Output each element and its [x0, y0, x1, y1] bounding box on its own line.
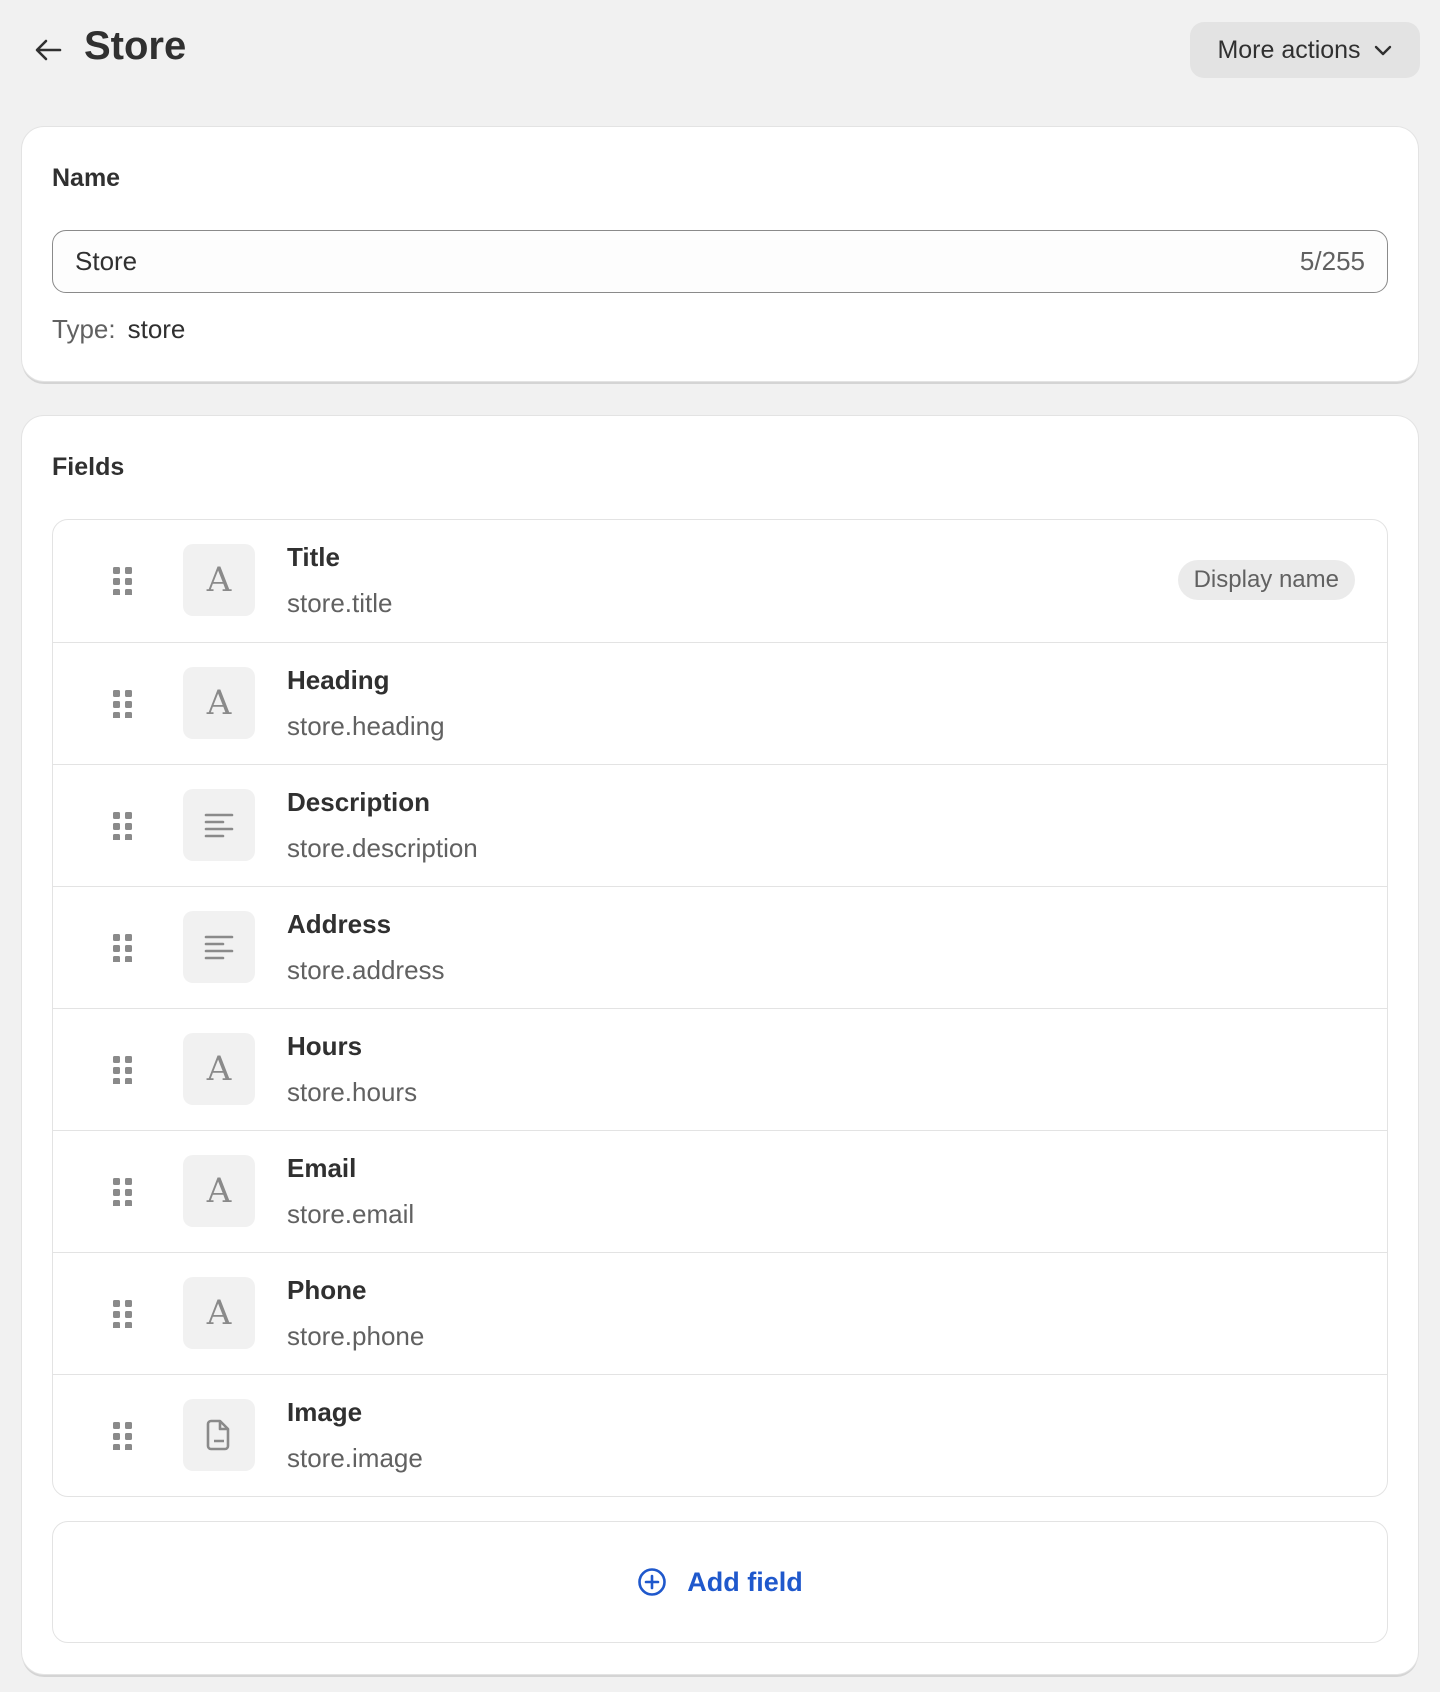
text-icon: A [183, 1277, 255, 1349]
text-icon: A [183, 1155, 255, 1227]
fields-label: Fields [52, 453, 125, 481]
field-row[interactable]: A Heading store.heading [53, 642, 1387, 764]
field-title: Description [287, 787, 431, 817]
field-key: store.heading [287, 711, 445, 741]
field-row[interactable]: Image store.image [53, 1374, 1387, 1496]
character-count: 5/255 [1299, 246, 1365, 276]
drag-handle-icon[interactable] [113, 812, 133, 845]
paragraph-icon [183, 911, 255, 983]
field-key: store.image [287, 1443, 423, 1473]
drag-handle-icon[interactable] [113, 1300, 133, 1333]
field-key: store.title [287, 588, 393, 618]
fields-list: A Title store.title Display name A Headi… [52, 519, 1388, 1497]
plus-circle-icon [638, 1568, 667, 1596]
paragraph-icon [183, 789, 255, 861]
field-key: store.address [287, 955, 445, 985]
type-value: store [127, 314, 186, 344]
field-title: Address [287, 909, 392, 939]
field-row[interactable]: A Phone store.phone [53, 1252, 1387, 1374]
type-label: Type: [52, 314, 116, 344]
type-info: Type: store [52, 314, 185, 345]
field-row[interactable]: A Email store.email [53, 1130, 1387, 1252]
text-icon: A [183, 667, 255, 739]
field-key: store.hours [287, 1077, 418, 1107]
drag-handle-icon[interactable] [113, 567, 133, 600]
more-actions-label: More actions [1217, 35, 1361, 64]
field-row[interactable]: A Title store.title Display name [53, 520, 1387, 642]
chevron-down-icon [1374, 45, 1391, 56]
display-name-badge: Display name [1177, 560, 1355, 600]
field-title: Email [287, 1153, 357, 1183]
back-arrow-icon[interactable] [32, 34, 64, 66]
text-icon: A [183, 544, 255, 616]
field-key: store.description [287, 833, 478, 863]
text-icon: A [183, 1033, 255, 1105]
fields-card: Fields A Title store.title Display name … [22, 416, 1418, 1674]
field-title: Phone [287, 1275, 367, 1305]
field-title: Title [287, 542, 340, 572]
name-card: Name Store 5/255 Type: store [22, 127, 1418, 381]
name-input[interactable]: Store 5/255 [52, 230, 1388, 293]
field-row[interactable]: Description store.description [53, 764, 1387, 886]
drag-handle-icon[interactable] [113, 690, 133, 723]
add-field-label: Add field [687, 1566, 803, 1597]
field-title: Heading [287, 665, 390, 695]
more-actions-button[interactable]: More actions [1190, 22, 1420, 78]
name-label: Name [52, 164, 121, 192]
drag-handle-icon[interactable] [113, 1178, 133, 1211]
field-row[interactable]: Address store.address [53, 886, 1387, 1008]
field-title: Hours [287, 1031, 363, 1061]
add-field-button[interactable]: Add field [52, 1521, 1388, 1643]
drag-handle-icon[interactable] [113, 1422, 133, 1455]
field-key: store.phone [287, 1321, 425, 1351]
drag-handle-icon[interactable] [113, 1056, 133, 1089]
field-title: Image [287, 1397, 363, 1427]
file-icon [183, 1399, 255, 1471]
field-row[interactable]: A Hours store.hours [53, 1008, 1387, 1130]
drag-handle-icon[interactable] [113, 934, 133, 967]
page-title: Store [84, 24, 187, 68]
field-key: store.email [287, 1199, 415, 1229]
name-input-value: Store [75, 246, 138, 276]
